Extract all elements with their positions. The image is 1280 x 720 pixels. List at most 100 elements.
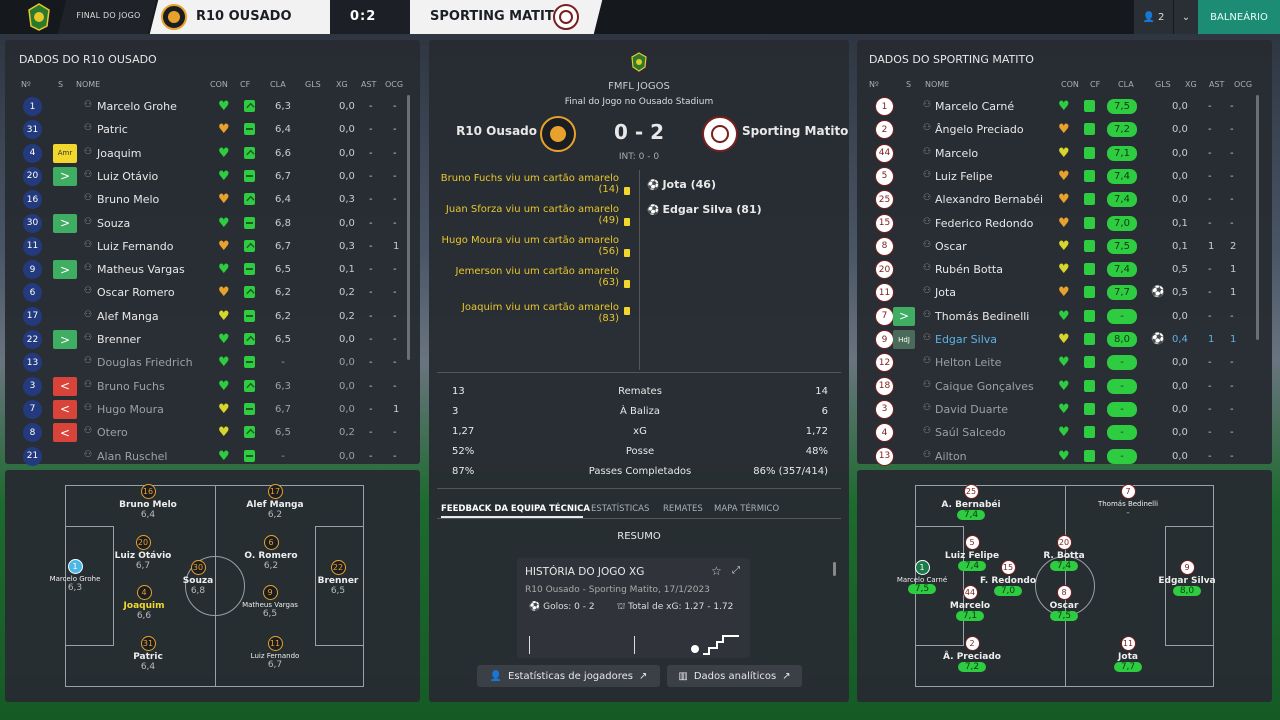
table-row[interactable]: 44 ⚇ Marcelo ♥ 7,1 0,0 - - (869, 142, 1259, 165)
col-ast[interactable]: AST (361, 80, 376, 89)
col-name[interactable]: NOME (76, 80, 100, 89)
pitch-player[interactable]: 2 Â. Preciado 7,2 (932, 636, 1012, 672)
player-name[interactable]: Edgar Silva (935, 333, 997, 346)
player-name[interactable]: Otero (97, 426, 128, 439)
col-con[interactable]: CON (1061, 80, 1079, 89)
table-row[interactable]: 16 ⚇ Bruno Melo ♥ 6,4 0,3 - - (17, 188, 407, 211)
match-stage-tab[interactable]: FINAL DO JOGO (57, 0, 157, 34)
player-name[interactable]: Rubén Botta (935, 263, 1003, 276)
player-name[interactable]: Souza (97, 217, 130, 230)
table-row[interactable]: 17 ⚇ Alef Manga ♥ 6,2 0,2 - - (17, 305, 407, 328)
player-name[interactable]: Marcelo (935, 147, 978, 160)
table-row[interactable]: 20 > ⚇ Luiz Otávio ♥ 6,7 0,0 - - (17, 165, 407, 188)
table-row[interactable]: 2 ⚇ Ângelo Preciado ♥ 7,2 0,0 - - (869, 118, 1259, 141)
home-team-name[interactable]: R10 OUSADO (196, 9, 292, 24)
player-name[interactable]: Ângelo Preciado (935, 123, 1024, 136)
col-name[interactable]: NOME (925, 80, 949, 89)
player-name[interactable]: Helton Leite (935, 356, 1001, 369)
col-cf[interactable]: CF (240, 80, 250, 89)
pitch-player[interactable]: 11 Luiz Fernando 6,7 (235, 636, 315, 670)
table-row[interactable]: 4 Amr ⚇ Joaquim ♥ 6,6 0,0 - - (17, 142, 407, 165)
player-name[interactable]: Oscar Romero (97, 286, 175, 299)
table-row[interactable]: 31 ⚇ Patric ♥ 6,4 0,0 - - (17, 118, 407, 141)
xg-story-card[interactable]: HISTÓRIA DO JOGO XG ☆ ⤢ R10 Ousado - Spo… (517, 558, 750, 658)
tab-feedback[interactable]: FEEDBACK DA EQUIPA TÉCNICA (441, 504, 590, 514)
away-team-name[interactable]: SPORTING MATITO (430, 9, 565, 24)
users-button[interactable]: 👤 2 (1134, 0, 1174, 34)
col-gls[interactable]: GLS (1155, 80, 1171, 89)
col-cf[interactable]: CF (1090, 80, 1100, 89)
table-row[interactable]: 7 > ⚇ Thomás Bedinelli ♥ - 0,0 - - (869, 305, 1259, 328)
player-name[interactable]: Oscar (935, 240, 967, 253)
player-name[interactable]: Hugo Moura (97, 403, 164, 416)
table-row[interactable]: 21 ⚇ Alan Ruschel ♥ - 0,0 - - (17, 445, 407, 468)
pitch-player[interactable]: 44 Marcelo 7,1 (930, 585, 1010, 621)
col-xg[interactable]: XG (1185, 80, 1197, 89)
pitch-player[interactable]: 17 Alef Manga 6,2 (235, 484, 315, 520)
table-row[interactable]: 1 ⚇ Marcelo Carné ♥ 7,5 0,0 - - (869, 95, 1259, 118)
table-row[interactable]: 5 ⚇ Luiz Felipe ♥ 7,4 0,0 - - (869, 165, 1259, 188)
player-name[interactable]: Federico Redondo (935, 217, 1033, 230)
table-row[interactable]: 30 > ⚇ Souza ♥ 6,8 0,0 - - (17, 212, 407, 235)
summary-scrollbar[interactable] (833, 562, 836, 576)
player-name[interactable]: Bruno Fuchs (97, 380, 165, 393)
col-ast[interactable]: AST (1209, 80, 1224, 89)
col-gls[interactable]: GLS (305, 80, 321, 89)
player-stats-button[interactable]: 👤 Estatísticas de jogadores ↗ (477, 665, 660, 687)
player-name[interactable]: Marcelo Carné (935, 100, 1014, 113)
balneario-button[interactable]: BALNEÁRIO (1198, 0, 1280, 34)
pitch-player[interactable]: 9 Edgar Silva 8,0 (1147, 560, 1227, 596)
player-name[interactable]: Douglas Friedrich (97, 356, 193, 369)
pitch-player[interactable]: 25 A. Bernabéi 7,4 (931, 484, 1011, 520)
col-num[interactable]: Nº (21, 80, 31, 89)
player-name[interactable]: Luiz Otávio (97, 170, 158, 183)
col-num[interactable]: Nº (869, 80, 879, 89)
player-name[interactable]: Saúl Salcedo (935, 426, 1006, 439)
analytics-button[interactable]: ▥ Dados analíticos ↗ (667, 665, 802, 687)
col-sub[interactable]: S (906, 80, 911, 89)
table-row[interactable]: 11 ⚇ Luiz Fernando ♥ 6,7 0,3 - 1 (17, 235, 407, 258)
table-row[interactable]: 1 ⚇ Marcelo Grohe ♥ 6,3 0,0 - - (17, 95, 407, 118)
table-row[interactable]: 15 ⚇ Federico Redondo ♥ 7,0 0,1 - - (869, 212, 1259, 235)
player-name[interactable]: Caique Gonçalves (935, 380, 1034, 393)
col-cla[interactable]: CLA (270, 80, 286, 89)
table-row[interactable]: 3 ⚇ David Duarte ♥ - 0,0 - - (869, 398, 1259, 421)
player-name[interactable]: Jota (935, 286, 956, 299)
player-name[interactable]: Thomás Bedinelli (935, 310, 1029, 323)
table-row[interactable]: 7 < ⚇ Hugo Moura ♥ 6,7 0,0 - 1 (17, 398, 407, 421)
col-ocg[interactable]: OCG (385, 80, 403, 89)
col-con[interactable]: CON (210, 80, 228, 89)
table-row[interactable]: 11 ⚇ Jota ♥ 7,7 ⚽ 0,5 - 1 (869, 281, 1259, 304)
tab-estatisticas[interactable]: ESTATÍSTICAS (591, 504, 649, 514)
table-row[interactable]: 6 ⚇ Oscar Romero ♥ 6,2 0,2 - - (17, 281, 407, 304)
scrollbar[interactable] (407, 95, 410, 360)
expand-icon[interactable]: ⤢ (732, 565, 740, 576)
tab-remates[interactable]: REMATES (663, 504, 703, 514)
tab-mapa-termico[interactable]: MAPA TÉRMICO (714, 504, 779, 514)
col-cla[interactable]: CLA (1118, 80, 1134, 89)
player-name[interactable]: Luiz Felipe (935, 170, 993, 183)
table-row[interactable]: 22 > ⚇ Brenner ♥ 6,5 0,0 - - (17, 328, 407, 351)
pitch-player[interactable]: 4 Joaquim 6,6 (104, 585, 184, 621)
col-xg[interactable]: XG (336, 80, 348, 89)
scrollbar[interactable] (1256, 95, 1259, 340)
pitch-player[interactable]: 22 Brenner 6,5 (298, 560, 378, 596)
player-name[interactable]: Alan Ruschel (97, 450, 168, 463)
chevron-down-icon[interactable]: ⌄ (1174, 0, 1198, 34)
table-row[interactable]: 4 ⚇ Saúl Salcedo ♥ - 0,0 - - (869, 421, 1259, 444)
player-name[interactable]: Brenner (97, 333, 141, 346)
table-row[interactable]: 9 > ⚇ Matheus Vargas ♥ 6,5 0,1 - - (17, 258, 407, 281)
table-row[interactable]: 12 ⚇ Helton Leite ♥ - 0,0 - - (869, 351, 1259, 374)
player-name[interactable]: Luiz Fernando (97, 240, 173, 253)
pitch-player[interactable]: 31 Patric 6,4 (108, 636, 188, 672)
pitch-player[interactable]: 11 Jota 7,7 (1088, 636, 1168, 672)
table-row[interactable]: 25 ⚇ Alexandro Bernabéi ♥ 7,4 0,0 - - (869, 188, 1259, 211)
player-name[interactable]: David Duarte (935, 403, 1008, 416)
table-row[interactable]: 3 < ⚇ Bruno Fuchs ♥ 6,3 0,0 - - (17, 375, 407, 398)
star-icon[interactable]: ☆ (711, 564, 722, 578)
table-row[interactable]: 13 ⚇ Ailton ♥ - 0,0 - - (869, 445, 1259, 468)
player-name[interactable]: Bruno Melo (97, 193, 159, 206)
table-row[interactable]: 9 HdJ ⚇ Edgar Silva ♥ 8,0 ⚽ 0,4 1 1 (869, 328, 1259, 351)
player-name[interactable]: Patric (97, 123, 128, 136)
pitch-player[interactable]: 7 Thomás Bedinelli - (1088, 484, 1168, 518)
